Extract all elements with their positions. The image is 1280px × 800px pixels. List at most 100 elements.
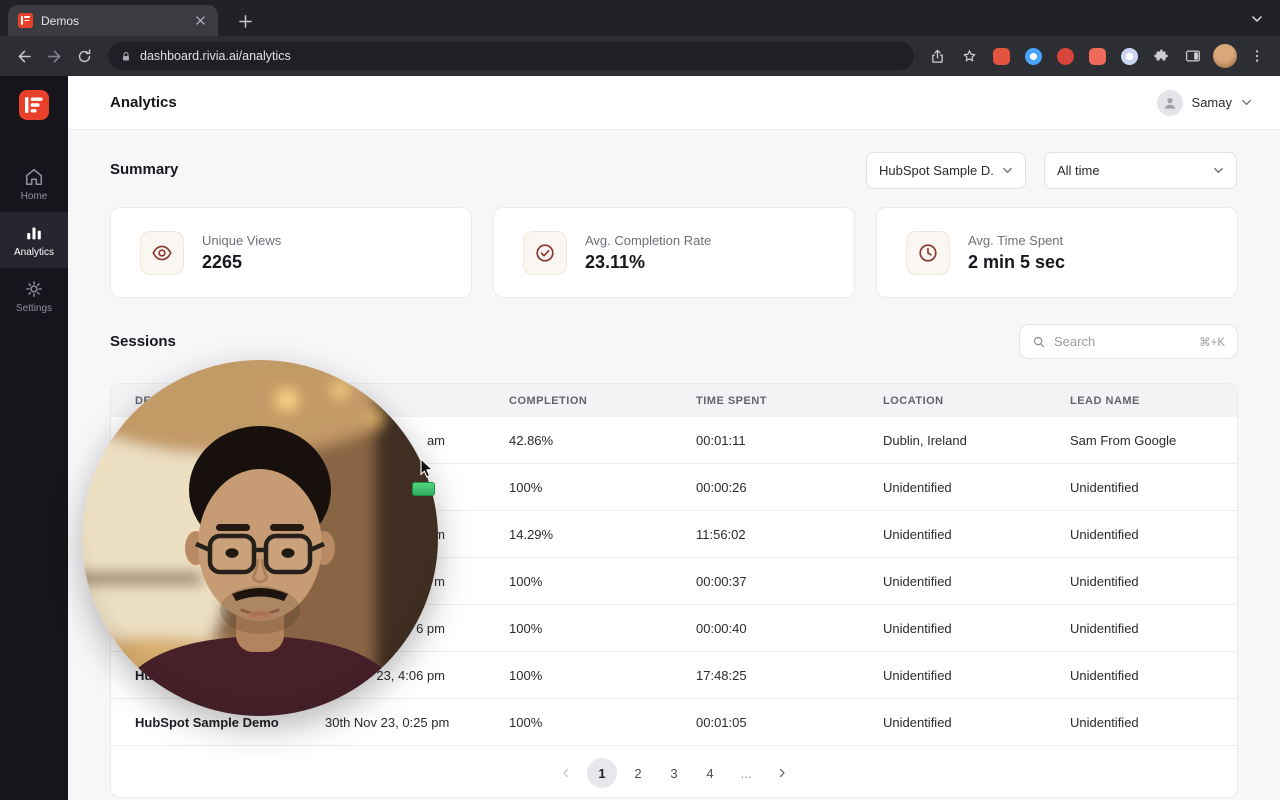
sessions-search[interactable]: ⌘+K	[1019, 324, 1238, 359]
check-circle-icon	[523, 230, 567, 275]
mouse-cursor	[420, 458, 437, 478]
cell-completion: 42.86%	[509, 432, 554, 448]
browser-tabstrip: Demos	[0, 0, 1280, 36]
cell-completion: 100%	[509, 714, 543, 730]
clock-icon	[906, 230, 950, 275]
sidebar-item-label: Settings	[15, 302, 53, 314]
pagination-ellipsis: ...	[731, 758, 761, 788]
cell-time-spent: 17:48:25	[696, 667, 747, 683]
tab-favicon-icon	[18, 13, 33, 28]
pagination-page-4[interactable]: 4	[695, 758, 725, 788]
cell-demo: HubSpot Sample Demo	[135, 714, 279, 730]
extension-icon-2[interactable]	[1020, 43, 1046, 69]
pagination-prev-icon[interactable]	[551, 758, 581, 788]
new-tab-button[interactable]	[232, 8, 258, 34]
reload-button[interactable]	[70, 42, 98, 70]
cell-date: 30th Nov 23, 0:25 pm	[325, 714, 450, 730]
cell-time-spent: 00:00:37	[696, 573, 747, 589]
pagination: 1 2 3 4...	[111, 758, 1237, 788]
sidebar-item-home[interactable]: Home	[0, 156, 68, 212]
cell-location: Dublin, Ireland	[883, 432, 967, 448]
sidebar-item-label: Analytics	[13, 246, 54, 258]
webcam-overlay[interactable]	[82, 360, 438, 716]
cell-location: Unidentified	[883, 714, 952, 730]
tab-list-chevron-icon[interactable]	[1246, 8, 1268, 30]
search-input[interactable]	[1054, 334, 1192, 349]
browser-actions	[924, 43, 1270, 69]
cell-time-spent: 00:01:11	[696, 432, 746, 448]
demo-filter-select[interactable]: HubSpot Sample D...	[866, 152, 1026, 189]
stat-value: 2265	[202, 251, 243, 272]
browser-tab[interactable]: Demos	[8, 5, 218, 36]
sidebar-item-label: Home	[20, 190, 48, 202]
rivia-logo[interactable]	[19, 90, 49, 120]
page-title: Analytics	[110, 94, 177, 111]
search-icon	[1032, 335, 1046, 349]
cell-lead-name: Unidentified	[1070, 479, 1139, 495]
column-header-location: LOCATION	[883, 394, 944, 407]
cell-completion: 100%	[509, 620, 543, 636]
share-icon[interactable]	[924, 43, 950, 69]
chevron-down-icon	[1213, 165, 1224, 176]
bookmark-star-icon[interactable]	[956, 43, 982, 69]
tab-close-icon[interactable]	[192, 13, 208, 29]
stat-value: 23.11%	[585, 251, 646, 272]
time-filter-value: All time	[1057, 163, 1100, 178]
stat-label: Avg. Completion Rate	[585, 232, 712, 248]
extension-icon-5[interactable]	[1116, 43, 1142, 69]
cell-completion: 14.29%	[509, 526, 554, 542]
extensions-puzzle-icon[interactable]	[1148, 43, 1174, 69]
summary-cards: Unique Views 2265 Avg. Completion Rate 2…	[110, 207, 1238, 298]
user-menu[interactable]: Samay	[1156, 89, 1252, 116]
cell-completion: 100%	[509, 479, 543, 495]
demo-filter-value: HubSpot Sample D...	[879, 163, 994, 178]
forward-button[interactable]	[40, 42, 68, 70]
cell-location: Unidentified	[883, 667, 952, 683]
browser-profile-avatar[interactable]	[1212, 43, 1238, 69]
stat-label: Avg. Time Spent	[968, 232, 1064, 248]
cell-lead-name: Unidentified	[1070, 714, 1139, 730]
url-text: dashboard.rivia.ai/analytics	[140, 49, 291, 63]
browser-menu-kebab-icon[interactable]	[1244, 43, 1270, 69]
cell-time-spent: 11:56:02	[696, 526, 746, 542]
gear-icon	[24, 279, 44, 299]
browser-toolbar: dashboard.rivia.ai/analytics	[0, 36, 1280, 76]
lock-icon	[120, 50, 132, 63]
cell-time-spent: 00:01:05	[696, 714, 747, 730]
column-header-time-spent: TIME SPENT	[696, 394, 768, 407]
home-icon	[24, 167, 44, 187]
time-filter-select[interactable]: All time	[1044, 152, 1237, 189]
cell-lead-name: Unidentified	[1070, 526, 1139, 542]
back-button[interactable]	[10, 42, 38, 70]
url-bar[interactable]: dashboard.rivia.ai/analytics	[108, 42, 914, 70]
cell-time-spent: 00:00:26	[696, 479, 747, 495]
cell-completion: 100%	[509, 667, 543, 683]
cell-location: Unidentified	[883, 573, 952, 589]
cell-lead-name: Unidentified	[1070, 667, 1139, 683]
app-header: Analytics Samay	[68, 76, 1280, 130]
green-status-toast	[412, 482, 435, 496]
chevron-down-icon	[1002, 165, 1013, 176]
pagination-page-1[interactable]: 1	[587, 758, 617, 788]
cell-location: Unidentified	[883, 526, 952, 542]
stat-card-time-spent: Avg. Time Spent 2 min 5 sec	[876, 207, 1238, 298]
pagination-pages: 1 2 3 4...	[587, 758, 761, 788]
user-avatar	[1156, 89, 1183, 116]
app-sidebar: Home Analytics Settings	[0, 76, 68, 800]
extension-icon-1[interactable]	[988, 43, 1014, 69]
search-shortcut: ⌘+K	[1199, 336, 1225, 349]
extension-icon-4[interactable]	[1084, 43, 1110, 69]
pagination-page-3[interactable]: 3	[659, 758, 689, 788]
sidebar-nav: Home Analytics Settings	[0, 156, 68, 324]
pagination-next-icon[interactable]	[767, 758, 797, 788]
pagination-page-2[interactable]: 2	[623, 758, 653, 788]
cell-lead-name: Unidentified	[1070, 620, 1139, 636]
sidebar-item-analytics[interactable]: Analytics	[0, 212, 68, 268]
side-panel-icon[interactable]	[1180, 43, 1206, 69]
stat-value: 2 min 5 sec	[968, 251, 1066, 272]
extension-icon-3[interactable]	[1052, 43, 1078, 69]
cell-time-spent: 00:00:40	[696, 620, 747, 636]
sidebar-item-settings[interactable]: Settings	[0, 268, 68, 324]
tab-title: Demos	[41, 13, 80, 28]
stat-card-completion-rate: Avg. Completion Rate 23.11%	[493, 207, 855, 298]
